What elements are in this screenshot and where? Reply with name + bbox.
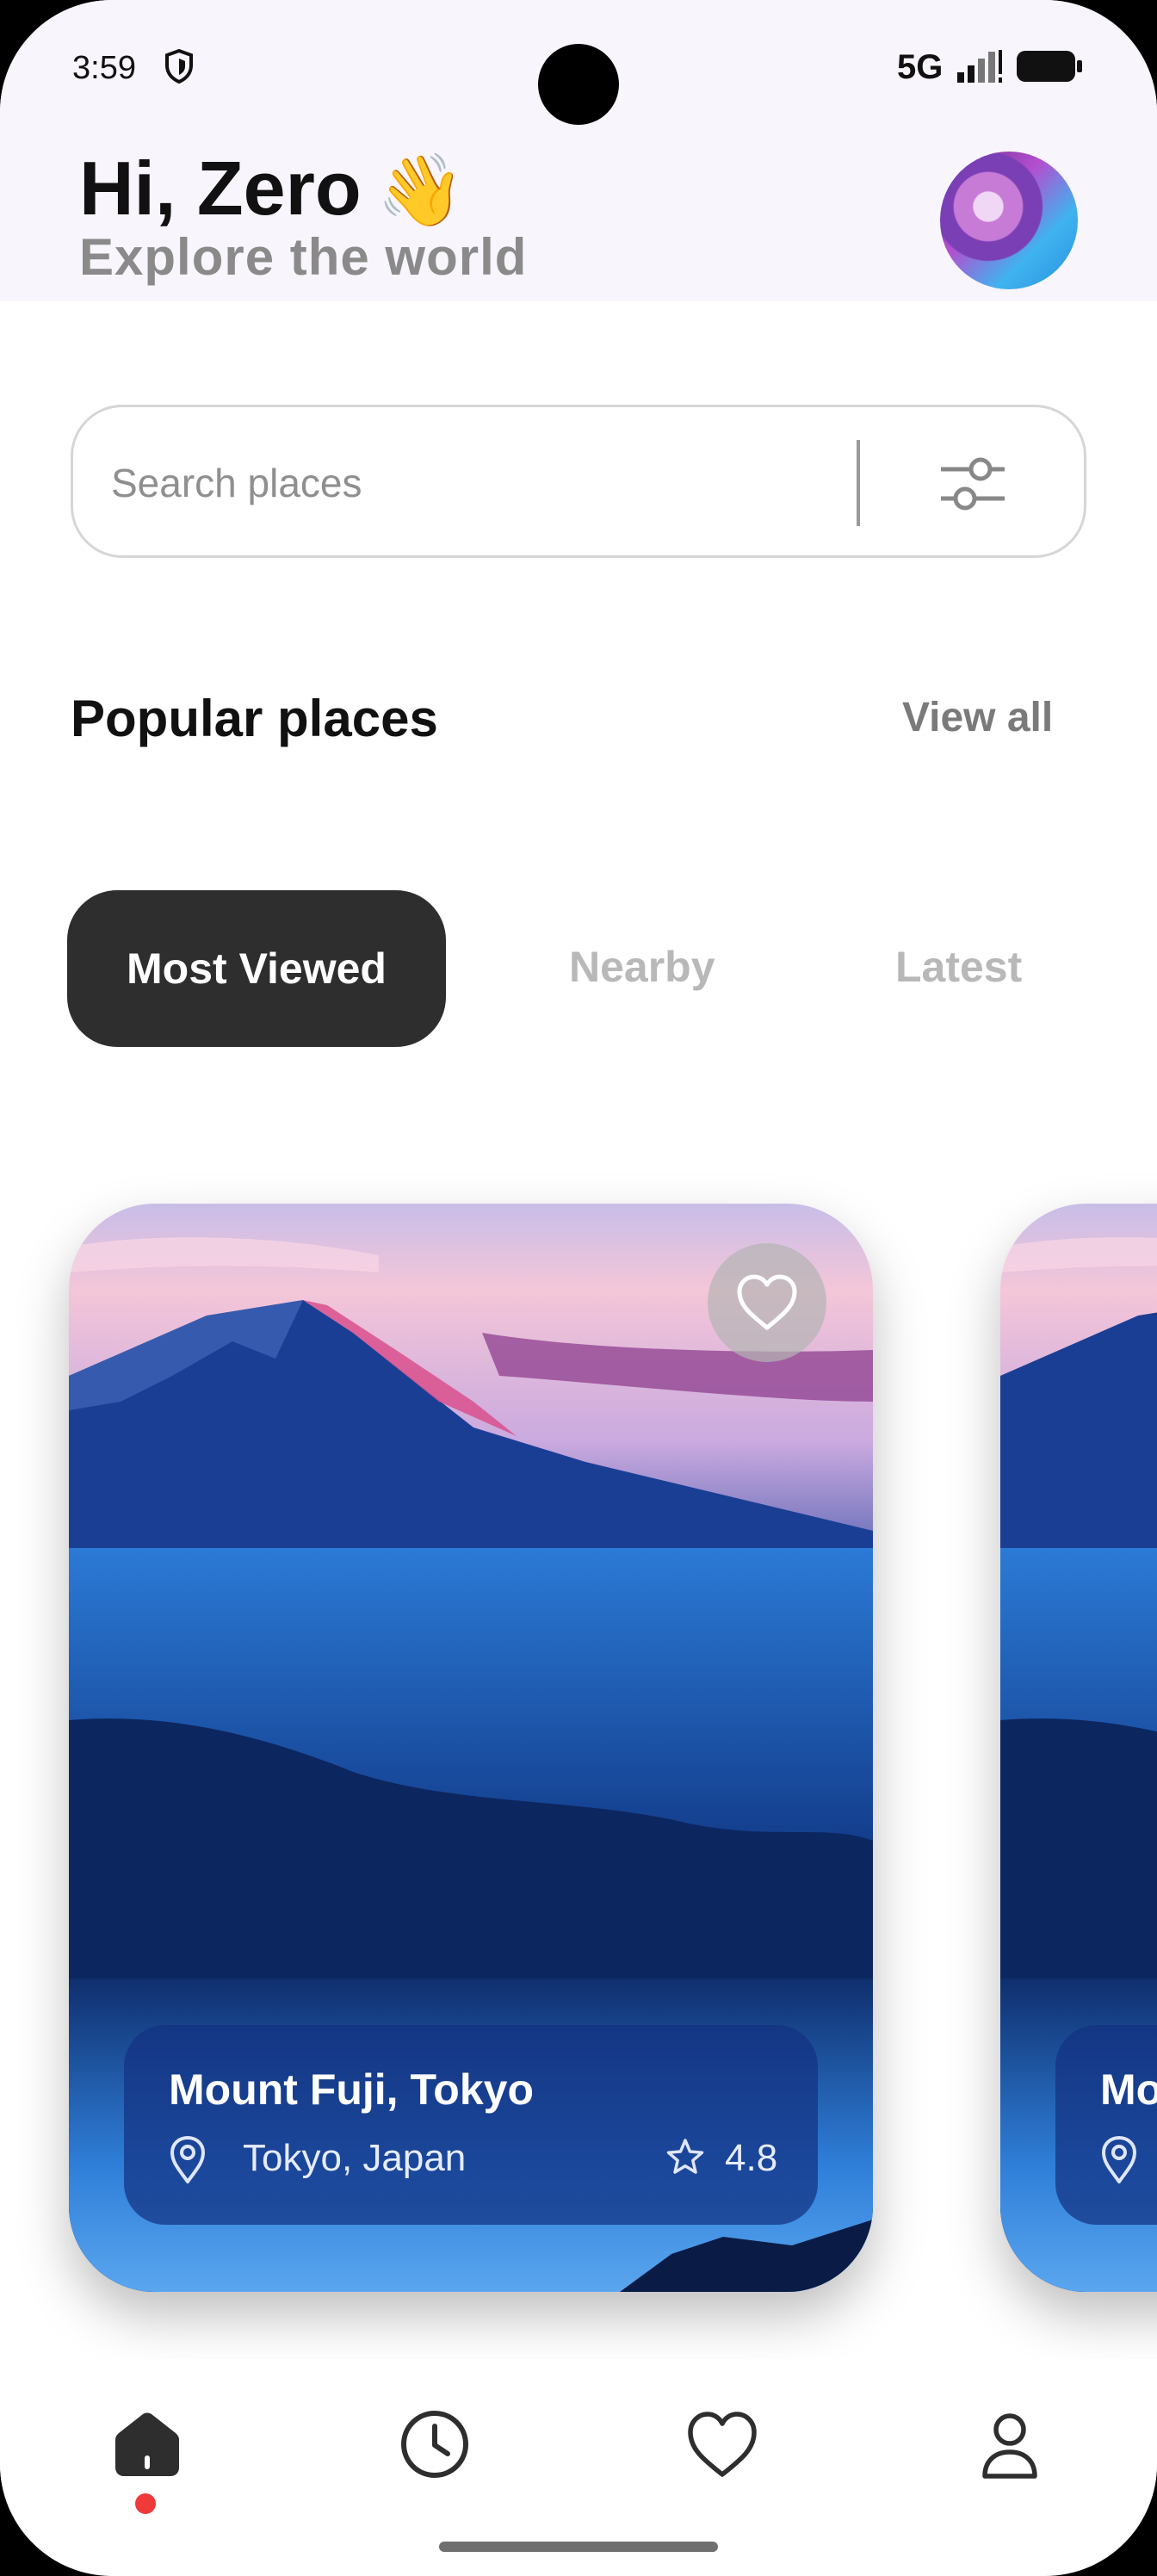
- home-indicator[interactable]: [439, 2542, 718, 2552]
- place-info-panel: Mo: [1055, 2025, 1157, 2225]
- place-info-panel: Mount Fuji, Tokyo Tokyo, Japan 4.8: [124, 2025, 818, 2225]
- place-name: Mount Fuji, Tokyo: [169, 2065, 534, 2114]
- header: 3:59 5G Hi, Zero 👋 Explore the world: [0, 0, 1157, 301]
- search-bar: [71, 405, 1086, 558]
- star-icon: [666, 2139, 704, 2174]
- clock-icon[interactable]: [396, 2406, 473, 2483]
- bottom-navigation: [0, 2359, 1157, 2531]
- home-icon[interactable]: [108, 2406, 186, 2483]
- network-label: 5G: [897, 48, 944, 86]
- heart-icon[interactable]: [684, 2406, 761, 2483]
- greeting-subtitle: Explore the world: [79, 228, 528, 286]
- greeting-heading: Hi, Zero 👋: [79, 145, 465, 232]
- camera-cutout: [538, 44, 619, 125]
- place-card[interactable]: Mount Fuji, Tokyo Tokyo, Japan 4.8: [69, 1204, 873, 2292]
- place-name: Mo: [1100, 2065, 1157, 2114]
- location-pin-icon: [1101, 2135, 1137, 2183]
- search-input[interactable]: [109, 445, 888, 521]
- shield-icon: [165, 48, 193, 84]
- greeting-text: Hi, Zero: [79, 146, 362, 231]
- tab-nearby[interactable]: Nearby: [569, 942, 715, 992]
- user-icon[interactable]: [971, 2406, 1049, 2483]
- place-location: Tokyo, Japan: [243, 2137, 467, 2179]
- filter-icon[interactable]: [925, 440, 1020, 526]
- section-title: Popular places: [71, 690, 438, 747]
- tab-latest[interactable]: Latest: [895, 942, 1022, 992]
- battery-icon: [1017, 51, 1082, 82]
- location-pin-icon: [170, 2135, 206, 2183]
- view-all-link[interactable]: View all: [902, 694, 1053, 741]
- favorite-button[interactable]: [708, 1243, 826, 1362]
- signal-icon: [957, 50, 1002, 83]
- app-screen: 3:59 5G Hi, Zero 👋 Explore the world Sea…: [0, 0, 1157, 2576]
- heart-icon: [737, 1274, 797, 1330]
- wave-emoji: 👋: [376, 152, 465, 230]
- active-indicator-dot: [135, 2493, 156, 2514]
- tab-most-viewed[interactable]: Most Viewed: [67, 890, 446, 1047]
- search-divider: [857, 440, 860, 526]
- status-time: 3:59: [72, 50, 136, 86]
- avatar[interactable]: [940, 152, 1078, 289]
- place-card-next[interactable]: Mo: [1000, 1204, 1157, 2292]
- place-rating: 4.8: [725, 2137, 778, 2179]
